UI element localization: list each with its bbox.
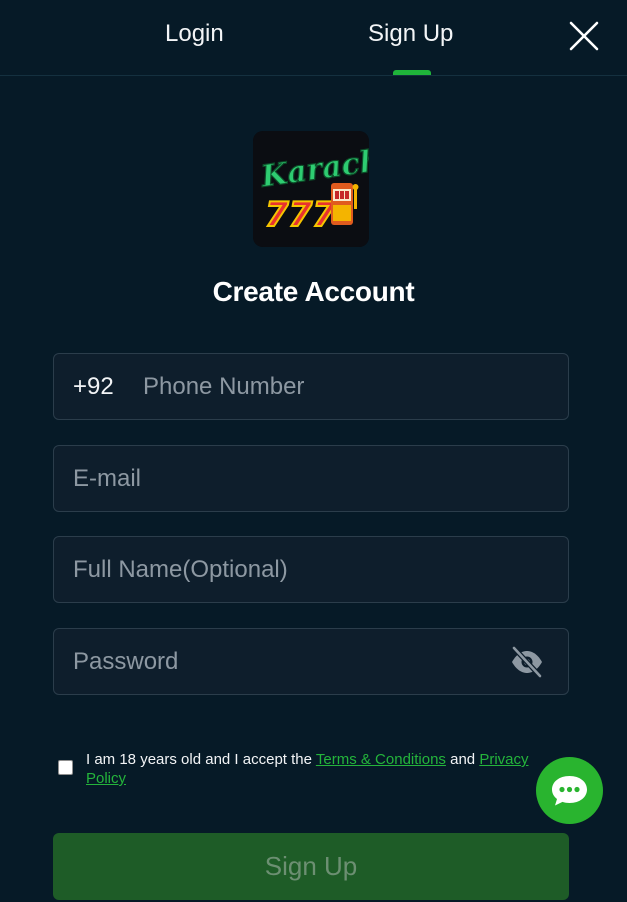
chat-icon — [552, 776, 587, 806]
agreement-text: I am 18 years old and I accept the Terms… — [86, 750, 566, 788]
logo-number-text: 777 — [265, 195, 336, 235]
password-input[interactable] — [73, 629, 493, 694]
agreement-prefix: I am 18 years old and I accept the — [86, 751, 316, 768]
password-visibility-toggle[interactable] — [509, 645, 545, 679]
signup-submit-button[interactable]: Sign Up — [53, 833, 569, 900]
full-name-field — [53, 536, 569, 603]
brand-logo: Karachi 777 — [253, 131, 369, 247]
close-button[interactable] — [566, 18, 602, 54]
email-field — [53, 445, 569, 512]
terms-link[interactable]: Terms & Conditions — [316, 751, 446, 768]
email-input[interactable] — [73, 446, 553, 511]
tab-login[interactable]: Login — [165, 18, 224, 50]
full-name-input[interactable] — [73, 537, 553, 602]
active-tab-indicator — [393, 70, 431, 75]
chat-button[interactable] — [536, 757, 603, 824]
country-code[interactable]: +92 — [73, 354, 114, 419]
tab-signup[interactable]: Sign Up — [368, 18, 453, 50]
agreement-checkbox[interactable] — [58, 760, 73, 775]
phone-field: +92 — [53, 353, 569, 420]
phone-input[interactable] — [143, 354, 553, 419]
password-field — [53, 628, 569, 695]
signup-screen: Login Sign Up Karachi 777 Create Account… — [0, 0, 627, 902]
page-title: Create Account — [212, 276, 415, 307]
agreement-and: and — [445, 751, 480, 768]
auth-tabs: Login Sign Up — [0, 0, 627, 76]
eye-off-icon — [511, 645, 543, 679]
close-icon — [569, 21, 599, 51]
